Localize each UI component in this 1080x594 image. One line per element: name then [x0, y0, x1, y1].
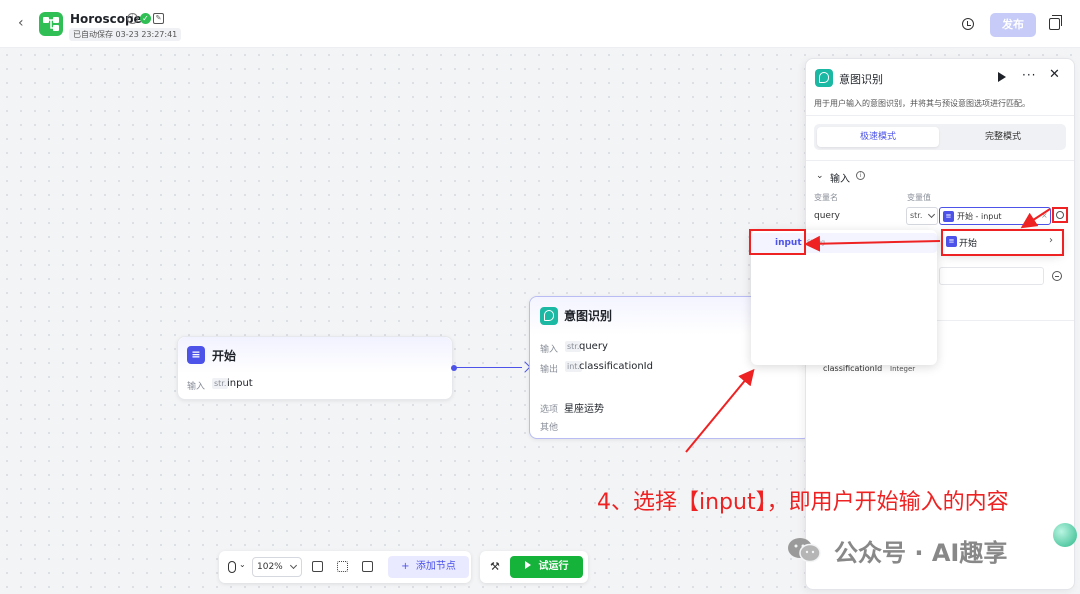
- add-node-label: 添加节点: [415, 561, 456, 572]
- annotation-text: 4、选择【input】，即用户开始输入的内容: [597, 490, 1009, 515]
- test-run-button[interactable]: 试运行: [510, 556, 583, 578]
- wrench-icon[interactable]: ⚒: [490, 560, 500, 573]
- add-node-button[interactable]: + 添加节点: [388, 556, 469, 578]
- chevron-down-icon[interactable]: ⌄: [239, 560, 246, 569]
- layout-icon[interactable]: [337, 561, 348, 572]
- run-toolbar: ⚒ 试运行: [480, 551, 588, 583]
- brand-logo-icon: [1053, 523, 1077, 547]
- wechat-icon: [788, 538, 821, 563]
- test-run-label: 试运行: [538, 561, 569, 572]
- mouse-icon[interactable]: [228, 561, 236, 573]
- zoom-select[interactable]: 102%: [252, 557, 302, 577]
- comment-icon[interactable]: [312, 561, 323, 572]
- minimap-icon[interactable]: [362, 561, 373, 572]
- watermark-text: 公众号 · AI趣享: [834, 539, 1008, 567]
- canvas-toolbar: ⌄ 102% + 添加节点: [219, 551, 471, 583]
